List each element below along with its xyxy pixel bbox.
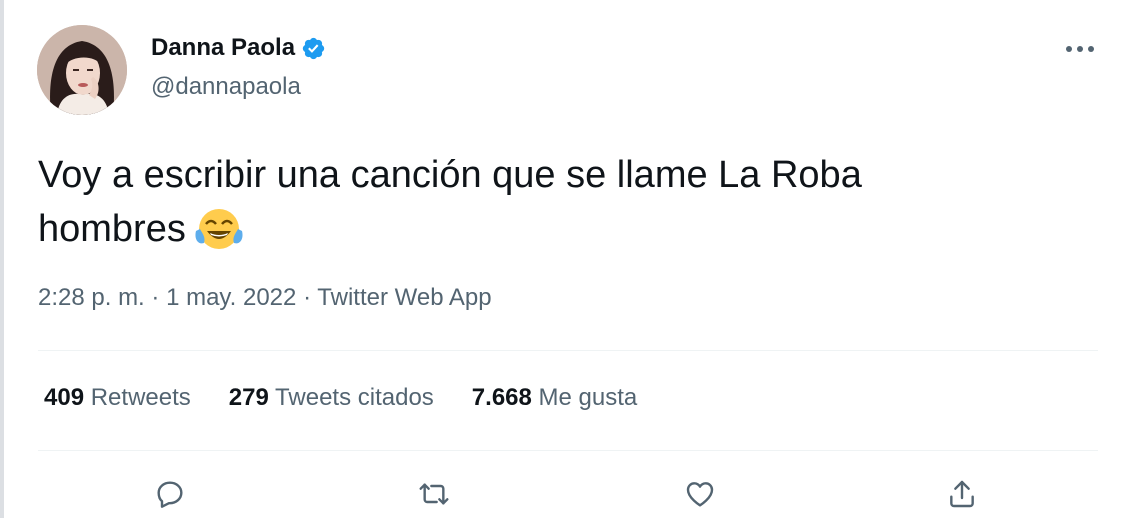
- divider: [38, 350, 1098, 351]
- author-handle[interactable]: @dannapaola: [151, 73, 301, 101]
- likes-stat[interactable]: 7.668 Me gusta: [472, 384, 637, 412]
- verified-badge-icon: [301, 36, 326, 61]
- meta-separator: ·: [151, 284, 160, 311]
- face-with-tears-of-joy-icon: [192, 207, 246, 251]
- likes-label: Me gusta: [538, 384, 638, 411]
- quote-tweets-count: 279: [228, 384, 269, 411]
- tweet-text-line1: Voy a escribir una canción que se llame …: [38, 154, 862, 196]
- retweets-count: 409: [44, 384, 85, 411]
- author-name-row[interactable]: Danna Paola: [151, 34, 326, 62]
- tweet-date[interactable]: 1 may. 2022: [166, 284, 296, 311]
- likes-count: 7.668: [471, 384, 532, 411]
- tweet-metadata: 2:28 p. m. · 1 may. 2022 · Twitter Web A…: [38, 284, 492, 312]
- quote-tweets-label: Tweets citados: [275, 384, 434, 411]
- retweets-stat[interactable]: 409 Retweets: [44, 384, 191, 412]
- tweet-text-line2: hombres: [38, 208, 186, 250]
- tweet-text: Voy a escribir una canción que se llame …: [38, 148, 1078, 256]
- left-border: [0, 0, 4, 518]
- tweet-actions: [0, 462, 1125, 518]
- reply-icon[interactable]: [150, 474, 190, 514]
- retweets-label: Retweets: [90, 384, 191, 411]
- like-icon[interactable]: [680, 474, 720, 514]
- more-options-icon[interactable]: [1062, 34, 1098, 64]
- quote-tweets-stat[interactable]: 279 Tweets citados: [229, 384, 434, 412]
- meta-separator: ·: [303, 284, 312, 311]
- tweet-stats: 409 Retweets 279 Tweets citados 7.668 Me…: [44, 384, 637, 412]
- display-name[interactable]: Danna Paola: [151, 34, 295, 62]
- avatar-photo: [37, 25, 127, 115]
- avatar[interactable]: [37, 25, 127, 115]
- divider: [38, 450, 1098, 451]
- tweet-source[interactable]: Twitter Web App: [317, 284, 491, 311]
- retweet-icon[interactable]: [414, 474, 454, 514]
- tweet-time[interactable]: 2:28 p. m.: [38, 284, 145, 311]
- share-icon[interactable]: [942, 474, 982, 514]
